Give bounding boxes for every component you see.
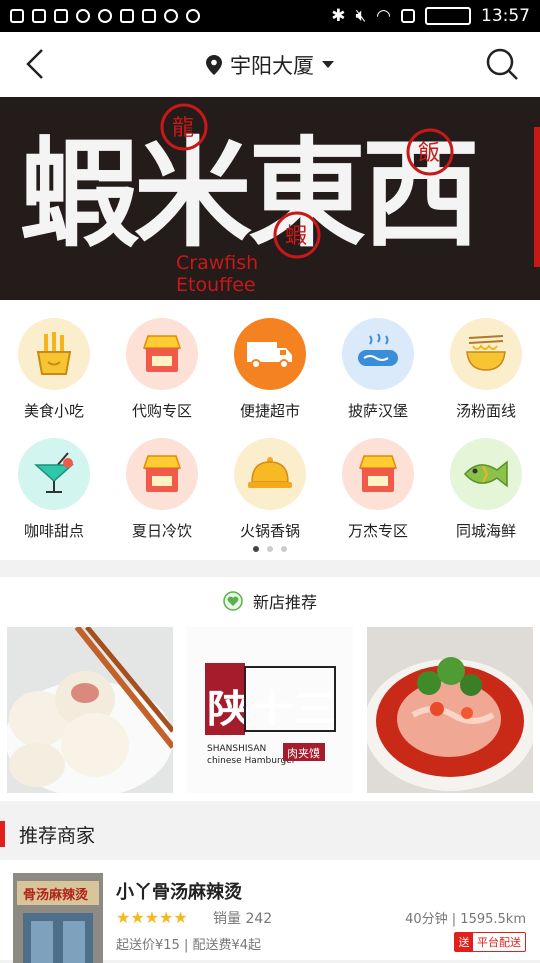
category-label: 火锅香锅	[239, 522, 300, 540]
more-icon	[186, 9, 200, 23]
alert-icon	[54, 9, 68, 23]
caret-down-icon	[322, 60, 334, 68]
page-dot	[281, 546, 287, 552]
delivery-badge: 送 平台配送	[454, 932, 526, 952]
truck-icon	[234, 318, 306, 390]
notification-icons	[10, 9, 200, 23]
category-label: 夏日冷饮	[131, 522, 192, 540]
cloche-icon	[234, 438, 306, 510]
sausage-icon	[342, 318, 414, 390]
category-label: 万杰专区	[347, 522, 408, 540]
category-label: 美食小吃	[23, 402, 84, 420]
category-label: 便捷超市	[239, 402, 300, 420]
category-item[interactable]: 汤粉面线	[432, 318, 540, 421]
shop-name: 小丫骨汤麻辣烫	[116, 882, 242, 903]
category-label: 汤粉面线	[455, 402, 516, 420]
page-indicator	[0, 546, 540, 552]
banner-seal-1: 龍	[172, 116, 194, 141]
category-label: 披萨汉堡	[347, 402, 408, 420]
new-store-logo-tag: 肉夹馍	[287, 747, 320, 760]
category-item[interactable]: 咖啡甜点	[0, 438, 108, 541]
fish-icon	[450, 438, 522, 510]
trash-icon	[32, 9, 46, 23]
shield-icon	[142, 9, 156, 23]
location-pin-icon	[206, 54, 222, 75]
back-arrow-icon[interactable]	[18, 46, 54, 82]
shop-sign-text: 骨汤麻辣烫	[23, 887, 89, 903]
recommended-header: 推荐商家	[0, 808, 540, 860]
battery-icon	[425, 7, 471, 25]
new-store-section: 新店推荐 陕十三 SHANSHISAN chinese Hamburger 肉夹…	[0, 577, 540, 801]
shop-fee: 起送价¥15 | 配送费¥4起	[116, 938, 261, 953]
shop-thumbnail: 骨汤麻辣烫	[13, 873, 103, 963]
heart-icon	[223, 591, 243, 611]
page-dot-active	[253, 546, 259, 552]
sim-icon	[401, 9, 415, 23]
category-label: 代购专区	[131, 402, 192, 420]
mute-icon: 🔇︎	[355, 6, 367, 26]
noodle-bowl-icon	[450, 318, 522, 390]
category-item[interactable]: 夏日冷饮	[108, 438, 216, 541]
new-store-logo-text: 陕十三	[207, 686, 337, 731]
promo-banner[interactable]: 蝦米東西 龍 蝦 飯 Crawfish Etouffee	[0, 97, 540, 300]
banner-subtitle-1: Crawfish	[176, 252, 258, 274]
page-dot	[267, 546, 273, 552]
category-item[interactable]: 便捷超市	[216, 318, 324, 421]
shop-card[interactable]: 骨汤麻辣烫 小丫骨汤麻辣烫 ★★★★★ 销量 242 40分钟 | 1595.5…	[0, 860, 540, 963]
banner-subtitle-2: Etouffee	[176, 274, 256, 296]
cocktail-icon	[18, 438, 90, 510]
category-item[interactable]: 代购专区	[108, 318, 216, 421]
delivery-icon: 送	[455, 933, 473, 951]
category-label: 同城海鲜	[455, 522, 516, 540]
globe-icon	[76, 9, 90, 23]
status-bar: ✱ 🔇︎ ◠ 13:57	[0, 0, 540, 32]
delivery-badge-label: 平台配送	[477, 936, 521, 949]
location-selector[interactable]: 宇阳大厦	[206, 50, 334, 80]
category-item[interactable]: 披萨汉堡	[324, 318, 432, 421]
store-icon	[342, 438, 414, 510]
aperture-icon	[98, 9, 112, 23]
clock: 13:57	[481, 6, 530, 26]
globe-icon	[164, 9, 178, 23]
location-label: 宇阳大厦	[230, 53, 314, 78]
new-store-noodles-image[interactable]	[367, 627, 533, 793]
store-icon	[126, 438, 198, 510]
new-store-logo-en-1: SHANSHISAN	[207, 744, 266, 754]
wifi-icon: ◠	[376, 6, 391, 26]
category-item[interactable]: 同城海鲜	[432, 438, 540, 541]
notification-icon	[10, 9, 24, 23]
image-icon	[120, 9, 134, 23]
banner-title: 蝦米東西	[20, 124, 476, 263]
search-icon[interactable]	[484, 46, 520, 82]
category-label: 咖啡甜点	[23, 522, 84, 540]
section-marker	[0, 821, 5, 847]
banner-seal-3: 飯	[418, 141, 440, 166]
shop-sales: 销量 242	[213, 911, 273, 927]
new-store-dumplings-image[interactable]	[7, 627, 173, 793]
new-store-logo-en-2: chinese Hamburger	[207, 756, 296, 766]
category-grid: 美食小吃 代购专区 便捷超市 披萨汉堡 汤粉面线 咖啡甜点 夏日冷饮 火锅香锅 …	[0, 300, 540, 560]
category-item[interactable]: 火锅香锅	[216, 438, 324, 541]
recommended-title: 推荐商家	[19, 824, 96, 847]
new-store-header: 新店推荐	[0, 589, 540, 613]
rating-stars: ★★★★★	[116, 908, 188, 927]
new-store-title: 新店推荐	[252, 593, 317, 612]
category-item[interactable]: 美食小吃	[0, 318, 108, 421]
category-item[interactable]: 万杰专区	[324, 438, 432, 541]
fries-icon	[18, 318, 90, 390]
store-icon	[126, 318, 198, 390]
new-store-logo-image[interactable]: 陕十三 SHANSHISAN chinese Hamburger 肉夹馍	[187, 627, 353, 793]
top-bar: 宇阳大厦	[0, 32, 540, 97]
banner-seal-2: 蝦	[285, 224, 307, 249]
shop-distance: 40分钟 | 1595.5km	[405, 912, 526, 927]
bluetooth-icon: ✱	[331, 6, 346, 26]
